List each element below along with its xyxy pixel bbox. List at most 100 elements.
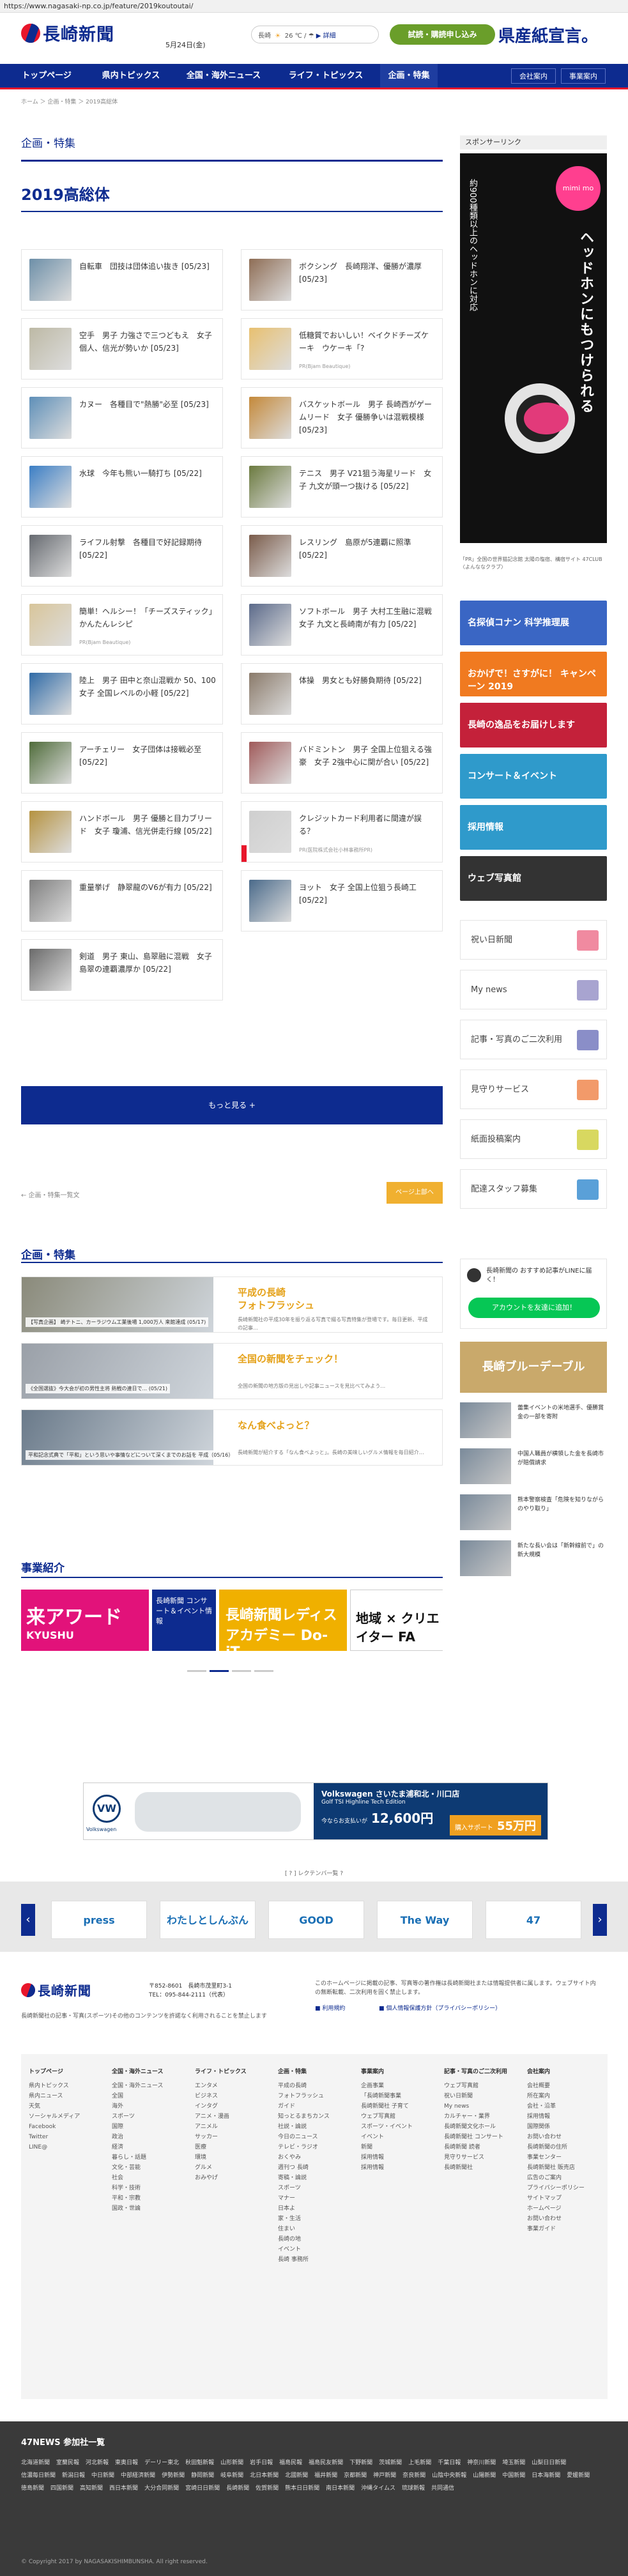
paper-link[interactable]: 秋田魁新報: [185, 2457, 214, 2469]
vw-ad[interactable]: VW Volkswagen Volkswagen さいたま浦和北・川口店 Gol…: [83, 1782, 548, 1840]
article-card[interactable]: バドミントン 男子 全国上位狙える強豪 女子 2強中心に関が合い [05/22]: [241, 732, 443, 793]
footer-link[interactable]: 文化・芸能: [112, 2163, 192, 2173]
footer-link[interactable]: 天気: [29, 2101, 109, 2112]
sponsor-logo[interactable]: わたしとしんぶん: [160, 1901, 256, 1939]
footer-link[interactable]: ソーシャルメディア: [29, 2112, 109, 2122]
feature-card[interactable]: 《全国選抜》今大会が初の男性主将 熱戦の連日で... (05/21) 全国の新聞を…: [21, 1343, 443, 1399]
footer-link[interactable]: ガイド: [278, 2101, 358, 2112]
footer-link[interactable]: おくやみ: [278, 2152, 358, 2163]
article-card[interactable]: 簡単！ヘルシー！「チーズスティック」かんたんレシピ PR(Bjam Beautiq…: [21, 594, 223, 656]
sidebar-news-item[interactable]: 熊本警察検査「危険を知りながらのやり取り」: [460, 1494, 607, 1534]
nav-top[interactable]: トップページ: [21, 64, 72, 88]
article-card[interactable]: ソフトボール 男子 大村工生融に混戦女子 九文と長崎南が有力 [05/22]: [241, 594, 443, 656]
footer-link[interactable]: 祝い日新聞: [444, 2091, 524, 2101]
footer-link[interactable]: 暮らし・話題: [112, 2152, 192, 2163]
paper-link[interactable]: 神奈川新聞: [467, 2457, 496, 2469]
paper-link[interactable]: 室蘭民報: [56, 2457, 79, 2469]
footer-link[interactable]: 国際関係: [527, 2122, 607, 2132]
footer-link[interactable]: 家・生活: [278, 2214, 358, 2224]
footer-link[interactable]: LINE@: [29, 2142, 109, 2152]
paper-link[interactable]: 宮崎日日新聞: [185, 2482, 220, 2495]
footer-logo[interactable]: 長崎新聞: [21, 1981, 91, 1999]
footer-link[interactable]: 科学・技術: [112, 2183, 192, 2193]
business-banner-slider[interactable]: 来アワード KYUSHU 長崎新聞 コンサート＆イベント情報 長崎新聞レディスアカ…: [21, 1590, 443, 1651]
creator-banner[interactable]: 地域 × クリエイター FA: [350, 1590, 443, 1651]
sidebar-service-button[interactable]: 記事・写真のご二次利用: [460, 1020, 607, 1059]
footer-link[interactable]: アニメル: [195, 2122, 275, 2132]
paper-link[interactable]: 長崎新聞: [226, 2482, 249, 2495]
footer-link[interactable]: 政治: [112, 2132, 192, 2142]
footer-col-title[interactable]: ライフ・トピックス: [195, 2067, 275, 2077]
sidebar-service-button[interactable]: 配達スタッフ募集: [460, 1169, 607, 1209]
footer-link[interactable]: 長崎新聞 読者: [444, 2142, 524, 2152]
article-card[interactable]: 重量挙げ 静翠龍のV6が有力 [05/22]: [21, 870, 223, 931]
url-bar[interactable]: https://www.nagasaki-np.co.jp/feature/20…: [0, 0, 628, 13]
footer-link[interactable]: おみやげ: [195, 2173, 275, 2183]
award-banner[interactable]: 来アワード KYUSHU: [21, 1590, 149, 1651]
terms-link[interactable]: ■ 利用規約: [315, 2004, 345, 2012]
paper-link[interactable]: 北海道新聞: [21, 2457, 50, 2469]
paper-link[interactable]: 愛媛新聞: [567, 2469, 590, 2482]
paper-link[interactable]: 北國新聞: [285, 2469, 308, 2482]
privacy-link[interactable]: ■ 個人情報保護方針（プライバシーポリシー）: [379, 2004, 501, 2012]
article-card[interactable]: 水球 今年も熊い一騎打ち [05/22]: [21, 456, 223, 518]
footer-link[interactable]: プライバシーポリシー: [527, 2183, 607, 2193]
nav-local-topics[interactable]: 県内トピックス: [96, 64, 166, 88]
footer-link[interactable]: カルチャー・業界: [444, 2112, 524, 2122]
sidebar-service-button[interactable]: 見守りサービス: [460, 1070, 607, 1109]
footer-link[interactable]: ホームページ: [527, 2204, 607, 2214]
sidebar-service-button[interactable]: My news: [460, 970, 607, 1009]
paper-link[interactable]: 茨城新聞: [379, 2457, 402, 2469]
footer-link[interactable]: 経済: [112, 2142, 192, 2152]
footer-link[interactable]: 国政・世論: [112, 2204, 192, 2214]
article-card[interactable]: ヨット 女子 全国上位狙う長崎工 [05/22]: [241, 870, 443, 931]
footer-link[interactable]: 長崎新聞社 子育て: [361, 2101, 441, 2112]
concert-banner[interactable]: 長崎新聞 コンサート＆イベント情報: [152, 1590, 216, 1651]
footer-link[interactable]: 全国: [112, 2091, 192, 2101]
site-logo[interactable]: 長崎新聞: [21, 20, 114, 45]
footer-link[interactable]: 採用情報: [361, 2163, 441, 2173]
paper-link[interactable]: 岐阜新聞: [220, 2469, 243, 2482]
footer-link[interactable]: 週刊つ 長崎: [278, 2163, 358, 2173]
footer-link[interactable]: 国際: [112, 2122, 192, 2132]
footer-link[interactable]: 広告のご案内: [527, 2173, 607, 2183]
sidebar-news-item[interactable]: 新たな長い会は「新幹線前で」の新大規模: [460, 1540, 607, 1580]
footer-link[interactable]: 会社概要: [527, 2081, 607, 2091]
footer-link[interactable]: 新聞: [361, 2142, 441, 2152]
feature-card[interactable]: 【写真企画】 崎テトニ、カーラジウム工業後場 1,000万人 来館達成 (05/…: [21, 1276, 443, 1333]
paper-link[interactable]: 共同通信: [431, 2482, 454, 2495]
slider-dots[interactable]: [21, 1667, 443, 1674]
footer-link[interactable]: 海外: [112, 2101, 192, 2112]
sidebar-ad-banner[interactable]: 名探偵コナン 科学推理展: [460, 601, 607, 645]
more-button[interactable]: もっと見る +: [21, 1086, 443, 1124]
footer-link[interactable]: 社会: [112, 2173, 192, 2183]
paper-link[interactable]: 上毛新聞: [408, 2457, 431, 2469]
footer-link[interactable]: フォトフラッシュ: [278, 2091, 358, 2101]
article-card[interactable]: 体操 男女とも好勝負期待 [05/22]: [241, 663, 443, 724]
footer-col-title[interactable]: トップページ: [29, 2067, 109, 2077]
footer-link[interactable]: 住まい: [278, 2224, 358, 2234]
footer-link[interactable]: インタグ: [195, 2101, 275, 2112]
paper-link[interactable]: 岩手日報: [250, 2457, 273, 2469]
paper-link[interactable]: 山陰中央新報: [432, 2469, 466, 2482]
footer-link[interactable]: My news: [444, 2101, 524, 2112]
paper-link[interactable]: 下野新聞: [349, 2457, 372, 2469]
footer-link[interactable]: 企画事業: [361, 2081, 441, 2091]
sidebar-ad-banner[interactable]: おかげで！さすがに！ キャンペーン 2019: [460, 652, 607, 696]
footer-link[interactable]: 事業センター: [527, 2152, 607, 2163]
footer-link[interactable]: 長崎 事務所: [278, 2255, 358, 2265]
academy-banner[interactable]: 長崎新聞レディスアカデミー Do-iT: [219, 1590, 347, 1651]
footer-link[interactable]: 今日のニュース: [278, 2132, 358, 2142]
article-card[interactable]: 陸上 男子 田中と奈山混戦か 50、100 女子 全国レベルの小軽 [05/22…: [21, 663, 224, 724]
paper-link[interactable]: 南日本新聞: [326, 2482, 355, 2495]
footer-col-title[interactable]: 全国・海外ニュース: [112, 2067, 192, 2077]
paper-link[interactable]: 河北新報: [86, 2457, 109, 2469]
footer-col-title[interactable]: 企画・特集: [278, 2067, 358, 2077]
slider-next-button[interactable]: ›: [593, 1904, 607, 1936]
footer-link[interactable]: イベント: [361, 2132, 441, 2142]
weather-widget[interactable]: 長崎 ☀ 26 ℃ / ☂ ▶ 詳細: [251, 26, 379, 43]
article-card[interactable]: 低糖質でおいしい！ベイクドチーズケーキ ウケーキ「? PR(Bjam Beauti…: [241, 318, 443, 379]
nav-national-news[interactable]: 全国・海外ニュース: [179, 64, 268, 88]
feature-card[interactable]: 平和記念式典で「平和」という思いや事情などについて深くまでのお話を 平成（05/…: [21, 1409, 443, 1466]
footer-link[interactable]: 長崎新聞社 コンサート: [444, 2132, 524, 2142]
